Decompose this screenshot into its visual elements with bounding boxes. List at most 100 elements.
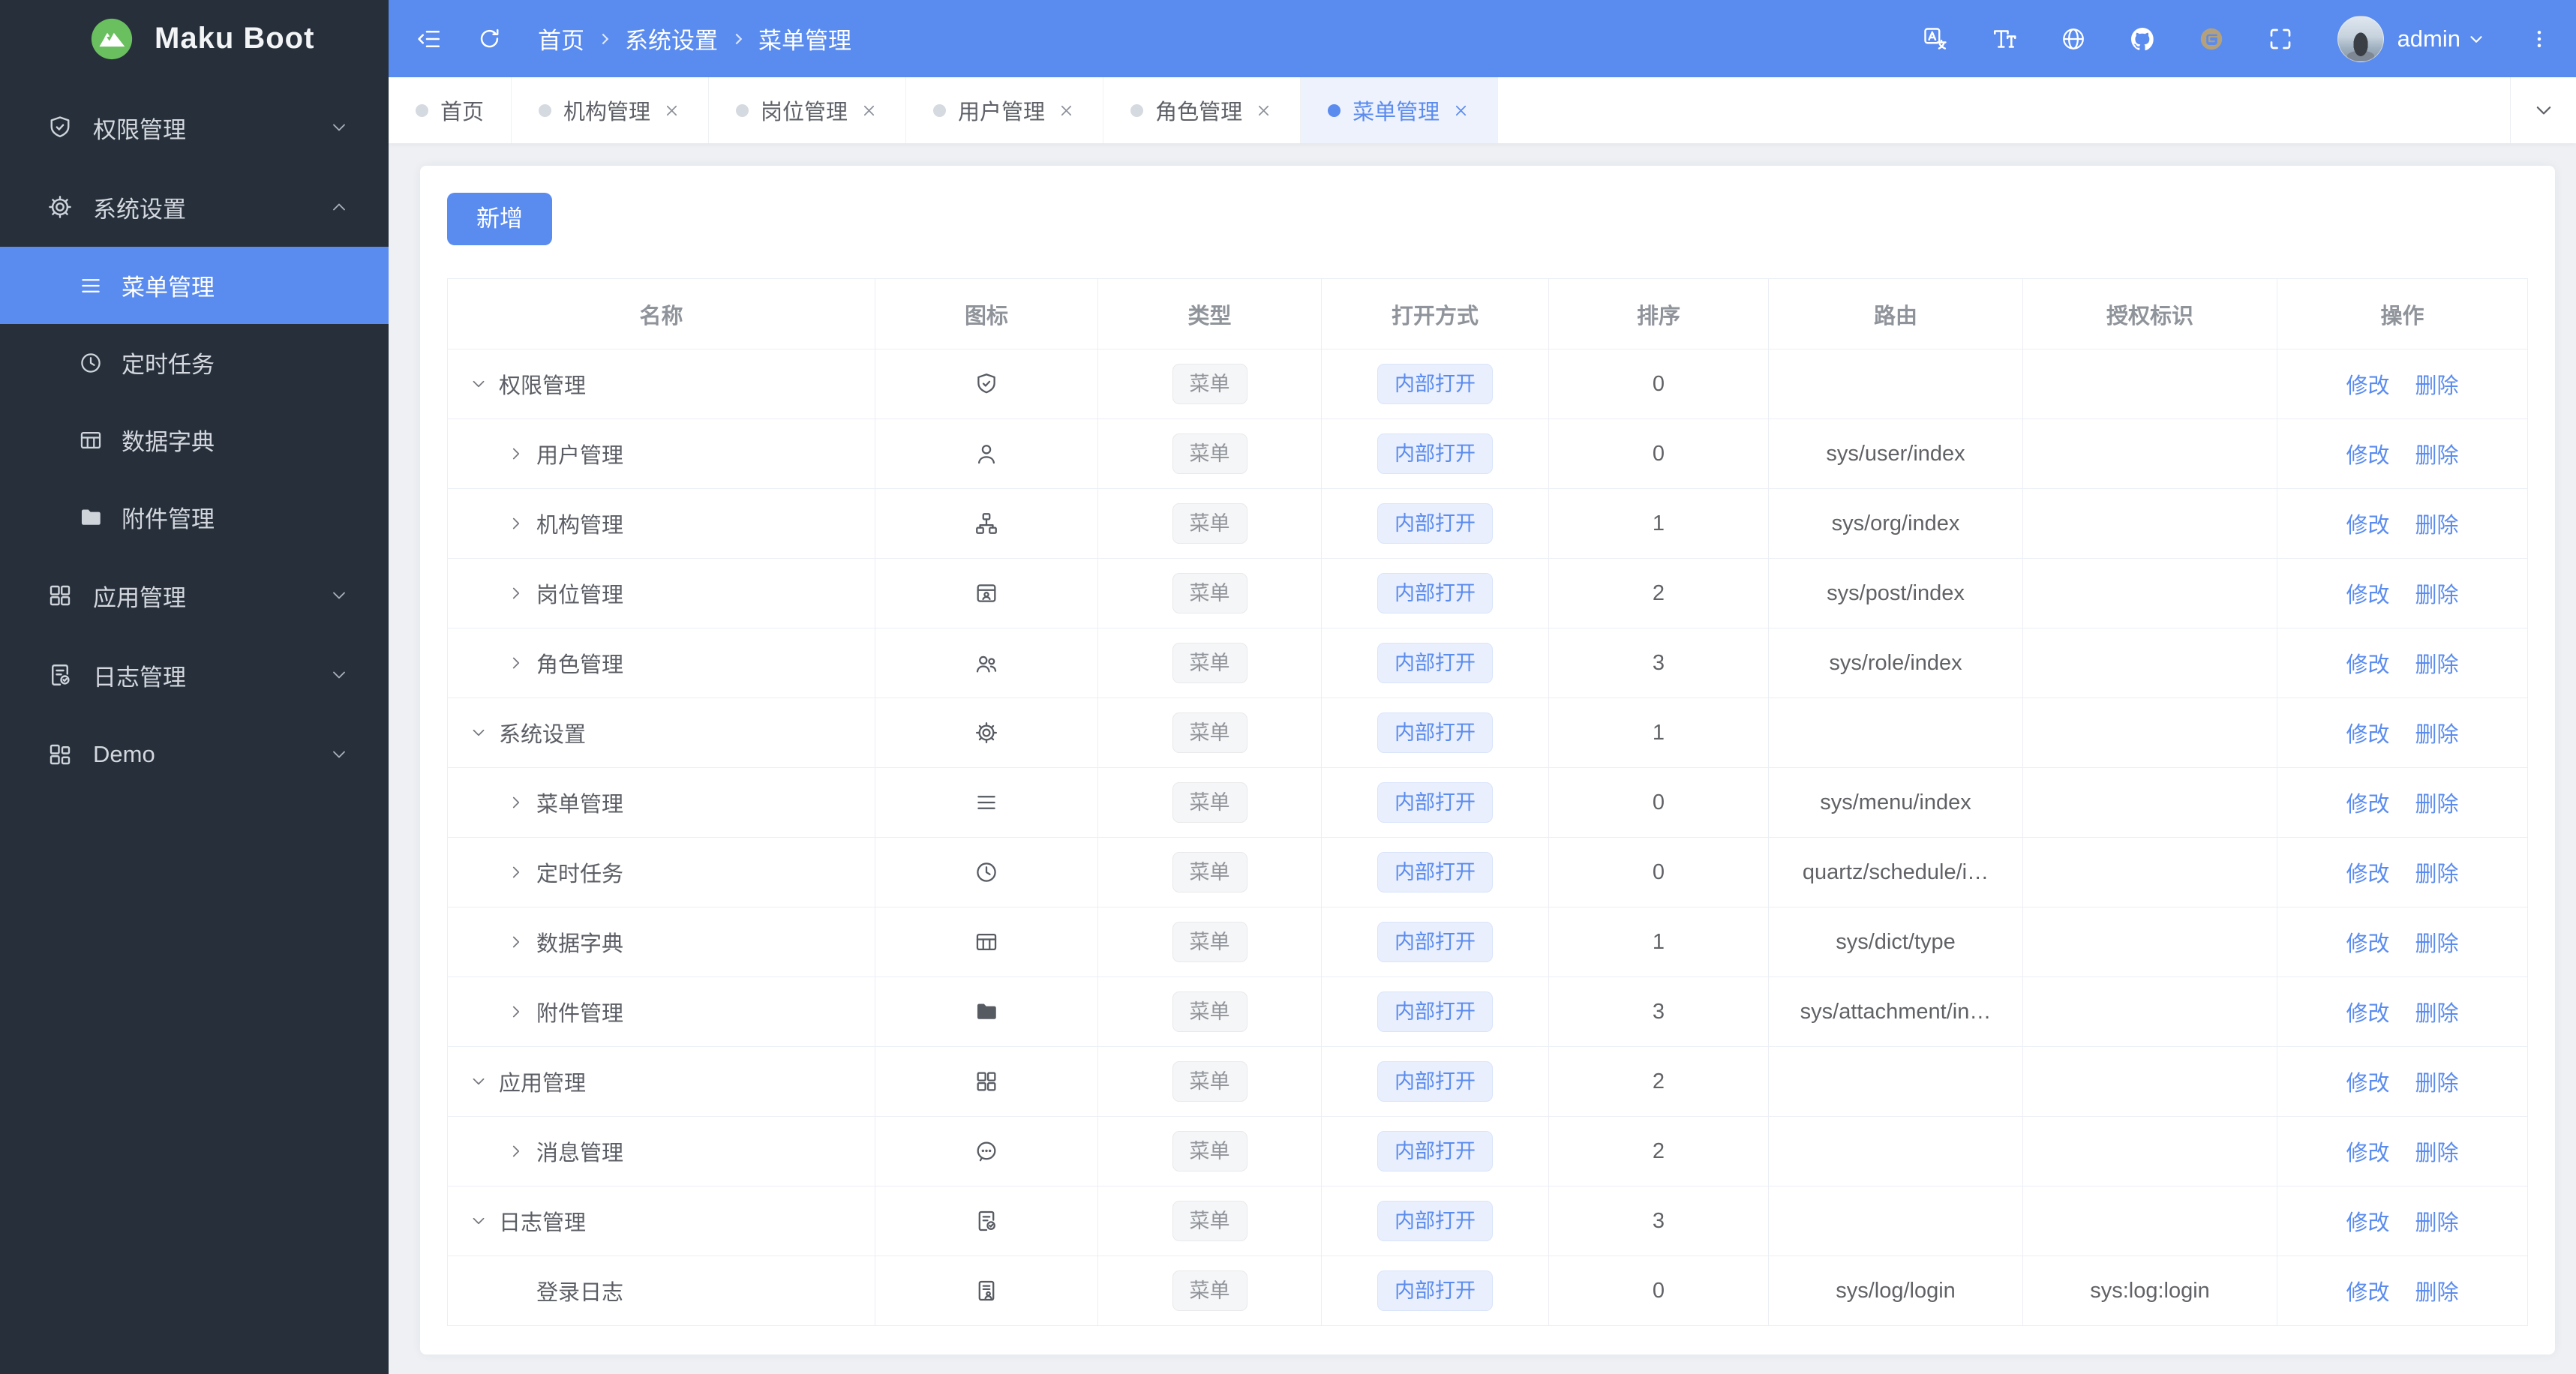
app-title: Maku Boot	[155, 22, 315, 55]
globe-icon[interactable]	[2060, 26, 2087, 52]
open-mode-badge: 内部打开	[1377, 782, 1493, 823]
breadcrumb: 首页 系统设置 菜单管理	[538, 22, 851, 56]
sidebar-item-scheduled-tasks[interactable]: 定时任务	[0, 324, 389, 401]
fullscreen-icon[interactable]	[2267, 26, 2294, 52]
row-expand-icon[interactable]	[506, 1142, 526, 1161]
sidebar-item-logs[interactable]: 日志管理	[0, 635, 389, 715]
tab-close-icon[interactable]	[1254, 101, 1273, 120]
modify-link[interactable]: 修改	[2346, 1211, 2389, 1235]
row-expand-icon[interactable]	[506, 514, 526, 533]
tabs-dropdown-button[interactable]	[2510, 77, 2576, 143]
github-icon[interactable]	[2129, 26, 2156, 52]
tab-close-icon[interactable]	[1057, 101, 1076, 120]
tab[interactable]: 用户管理	[906, 77, 1104, 143]
table-row: 定时任务 菜单 内部打开 0 quartz/schedule/i… 修改 删除	[447, 837, 2528, 908]
tab[interactable]: 菜单管理	[1301, 77, 1499, 143]
row-expand-icon[interactable]	[506, 1002, 526, 1022]
menu-name: 机构管理	[536, 514, 624, 538]
tab-label: 菜单管理	[1353, 100, 1440, 124]
folder-icon	[78, 505, 104, 530]
modify-link[interactable]: 修改	[2346, 653, 2389, 677]
sidebar-item-system[interactable]: 系统设置	[0, 167, 389, 247]
delete-link[interactable]: 删除	[2415, 653, 2459, 677]
row-expand-icon[interactable]	[469, 1072, 488, 1091]
tab-close-icon[interactable]	[1452, 101, 1470, 120]
modify-link[interactable]: 修改	[2346, 1072, 2389, 1096]
delete-link[interactable]: 删除	[2415, 1211, 2459, 1235]
column-header-sort: 排序	[1548, 278, 1769, 350]
tab[interactable]: 首页	[389, 77, 512, 143]
delete-link[interactable]: 删除	[2415, 374, 2459, 398]
sidebar-item-attachments[interactable]: 附件管理	[0, 478, 389, 556]
delete-link[interactable]: 删除	[2415, 932, 2459, 956]
refresh-icon[interactable]	[477, 26, 502, 51]
modify-link[interactable]: 修改	[2346, 444, 2389, 468]
modify-link[interactable]: 修改	[2346, 1142, 2389, 1166]
delete-link[interactable]: 删除	[2415, 514, 2459, 538]
modify-link[interactable]: 修改	[2346, 584, 2389, 608]
tab[interactable]: 岗位管理	[709, 77, 907, 143]
modify-link[interactable]: 修改	[2346, 374, 2389, 398]
gear-icon	[47, 194, 74, 220]
sidebar-item-menu-mgmt[interactable]: 菜单管理	[0, 247, 389, 324]
modify-link[interactable]: 修改	[2346, 932, 2389, 956]
gitee-icon[interactable]	[2198, 26, 2225, 52]
org-icon	[974, 511, 999, 536]
column-header-open: 打开方式	[1321, 278, 1549, 350]
breadcrumb-separator-icon	[728, 29, 748, 49]
sidebar-item-apps[interactable]: 应用管理	[0, 556, 389, 635]
delete-link[interactable]: 删除	[2415, 444, 2459, 468]
sort-value: 2	[1548, 1116, 1769, 1186]
tab-dot	[1130, 104, 1144, 117]
modify-link[interactable]: 修改	[2346, 723, 2389, 747]
delete-link[interactable]: 删除	[2415, 1002, 2459, 1026]
table-header-row: 名称 图标 类型 打开方式 排序 路由 授权标识 操作	[447, 278, 2528, 350]
row-expand-icon[interactable]	[469, 723, 488, 742]
modify-link[interactable]: 修改	[2346, 514, 2389, 538]
modify-link[interactable]: 修改	[2346, 862, 2389, 886]
delete-link[interactable]: 删除	[2415, 584, 2459, 608]
kebab-menu-icon[interactable]	[2528, 28, 2550, 50]
add-button[interactable]: 新增	[447, 193, 552, 245]
row-expand-icon[interactable]	[506, 862, 526, 882]
row-expand-icon[interactable]	[469, 374, 488, 394]
modify-link[interactable]: 修改	[2346, 1281, 2389, 1305]
type-badge: 菜单	[1172, 573, 1247, 614]
avatar[interactable]	[2337, 15, 2384, 62]
route-value: sys/attachment/in…	[1768, 976, 2023, 1047]
delete-link[interactable]: 删除	[2415, 793, 2459, 817]
translate-icon[interactable]	[1922, 26, 1949, 52]
delete-link[interactable]: 删除	[2415, 862, 2459, 886]
open-mode-badge: 内部打开	[1377, 643, 1493, 683]
delete-link[interactable]: 删除	[2415, 1072, 2459, 1096]
row-expand-icon[interactable]	[506, 584, 526, 603]
delete-link[interactable]: 删除	[2415, 1142, 2459, 1166]
row-expand-icon[interactable]	[506, 793, 526, 812]
open-mode-badge: 内部打开	[1377, 1131, 1493, 1172]
row-expand-icon[interactable]	[469, 1211, 488, 1231]
row-expand-icon[interactable]	[506, 653, 526, 673]
font-size-icon[interactable]	[1991, 26, 2018, 52]
chevron-down-icon[interactable]	[2466, 29, 2486, 49]
delete-link[interactable]: 删除	[2415, 1281, 2459, 1305]
row-expand-icon[interactable]	[506, 932, 526, 952]
sidebar: Maku Boot 权限管理 系统设置 菜单管理 定时任务 数据字典 附件管理	[0, 0, 389, 1374]
username[interactable]: admin	[2397, 26, 2460, 52]
tab[interactable]: 机构管理	[512, 77, 710, 143]
type-badge: 菜单	[1172, 922, 1247, 962]
route-value	[1768, 1186, 2023, 1256]
tab-close-icon[interactable]	[662, 101, 681, 120]
breadcrumb-home[interactable]: 首页	[538, 22, 584, 56]
modify-link[interactable]: 修改	[2346, 1002, 2389, 1026]
delete-link[interactable]: 删除	[2415, 723, 2459, 747]
route-value: sys/log/login	[1768, 1256, 2023, 1326]
breadcrumb-system[interactable]: 系统设置	[625, 22, 718, 56]
sidebar-item-permission[interactable]: 权限管理	[0, 88, 389, 167]
tab[interactable]: 角色管理	[1103, 77, 1302, 143]
row-expand-icon[interactable]	[506, 444, 526, 464]
sidebar-item-demo[interactable]: Demo	[0, 715, 389, 794]
menu-fold-icon[interactable]	[416, 26, 443, 52]
tab-close-icon[interactable]	[860, 101, 878, 120]
sidebar-item-data-dict[interactable]: 数据字典	[0, 401, 389, 478]
modify-link[interactable]: 修改	[2346, 793, 2389, 817]
